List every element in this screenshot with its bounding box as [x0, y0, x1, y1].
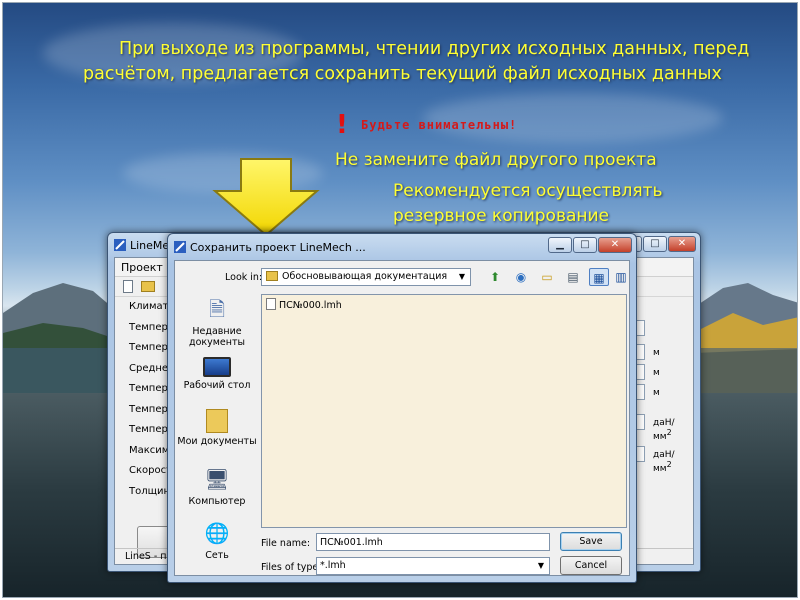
app-icon — [114, 239, 126, 251]
look-in-value: Обосновывающая документация — [282, 271, 448, 282]
new-folder-icon[interactable]: ▭ — [537, 268, 557, 286]
place-computer[interactable]: 🖥 Компьютер — [177, 465, 257, 507]
maximize-button[interactable]: □ — [643, 236, 667, 252]
down-arrow-icon — [212, 158, 320, 237]
unit-label: даН/мм2 — [653, 450, 675, 474]
close-button[interactable]: ✕ — [668, 236, 696, 252]
slide-title-line-2: расчётом, предлагается сохранить текущий… — [83, 64, 722, 84]
view-details-icon[interactable]: ▤ — [563, 268, 583, 286]
view-menu-icon[interactable]: ▥ — [611, 268, 631, 286]
dialog-title: Сохранить проект LineMech ... — [190, 241, 366, 254]
list-item[interactable]: ПС№000.lmh — [266, 298, 342, 311]
back-icon[interactable]: ◉ — [511, 268, 531, 286]
look-in-dropdown[interactable]: Обосновывающая документация ▼ — [261, 268, 471, 286]
recent-documents-icon: 🗎 — [208, 297, 226, 321]
menu-project[interactable]: Проект — [121, 261, 163, 274]
network-icon: 🌐 — [204, 521, 230, 545]
place-recent[interactable]: 🗎 Недавние документы — [177, 295, 257, 348]
unit-label: даН/мм2 — [653, 418, 675, 442]
save-button[interactable]: Save — [560, 532, 622, 551]
dialog-client: Look in: Обосновывающая документация ▼ ⬆… — [174, 260, 630, 576]
warning-line-2: Рекомендуется осуществлять — [393, 181, 663, 201]
slide-title-line-1: При выходе из программы, чтении других и… — [119, 39, 750, 59]
warning-line-3: резервное копирование — [393, 206, 610, 226]
file-icon — [266, 298, 276, 310]
new-file-icon[interactable] — [123, 280, 133, 293]
my-documents-icon — [206, 409, 228, 433]
close-button[interactable]: ✕ — [598, 237, 632, 253]
warning-caption: Будьте внимательны! — [361, 118, 518, 132]
file-name-input[interactable] — [316, 533, 550, 551]
place-desktop[interactable]: Рабочий стол — [177, 357, 257, 391]
look-in-label: Look in: — [225, 272, 263, 283]
file-type-label: Files of type: — [261, 562, 322, 573]
places-bar: 🗎 Недавние документы Рабочий стол Мои до… — [177, 295, 257, 561]
app-icon — [174, 241, 186, 253]
file-name-label: File name: — [261, 538, 311, 549]
unit-label: м — [653, 368, 660, 378]
unit-label: м — [653, 388, 660, 398]
desktop-icon — [203, 357, 231, 377]
file-type-dropdown[interactable]: *.lmh ▼ — [316, 557, 550, 575]
file-list[interactable]: ПС№000.lmh — [261, 294, 627, 528]
unit-label: м — [653, 348, 660, 358]
folder-icon — [266, 271, 278, 281]
slide: При выходе из программы, чтении других и… — [2, 2, 798, 598]
file-type-value: *.lmh — [320, 560, 346, 571]
computer-icon: 🖥 — [204, 467, 230, 491]
place-my-documents[interactable]: Мои документы — [177, 409, 257, 447]
save-project-dialog: Сохранить проект LineMech ... ▁ □ ✕ Look… — [167, 233, 637, 583]
exclamation-icon: ! — [336, 110, 348, 140]
warning-line-1: Не замените файл другого проекта — [335, 150, 657, 170]
maximize-button[interactable]: □ — [573, 237, 597, 253]
place-network[interactable]: 🌐 Сеть — [177, 519, 257, 561]
cancel-button[interactable]: Cancel — [560, 556, 622, 575]
up-folder-icon[interactable]: ⬆ — [485, 268, 505, 286]
open-folder-icon[interactable] — [141, 281, 155, 292]
view-list-icon[interactable]: ▦ — [589, 268, 609, 286]
minimize-button[interactable]: ▁ — [548, 237, 572, 253]
chevron-down-icon[interactable]: ▼ — [533, 558, 549, 574]
chevron-down-icon[interactable]: ▼ — [454, 269, 470, 285]
